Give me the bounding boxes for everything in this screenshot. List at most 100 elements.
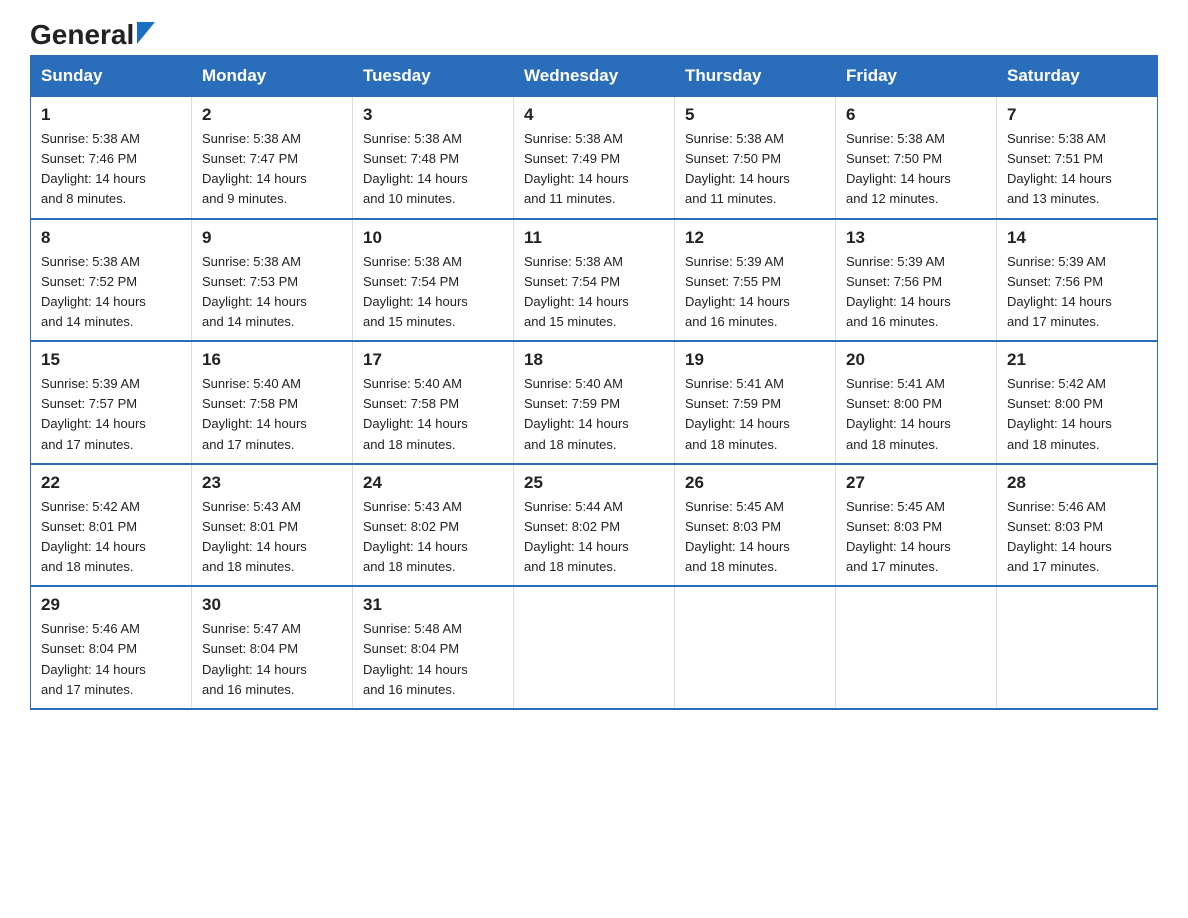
calendar-cell: 5 Sunrise: 5:38 AM Sunset: 7:50 PM Dayli… bbox=[675, 97, 836, 219]
day-info: Sunrise: 5:38 AM Sunset: 7:49 PM Dayligh… bbox=[524, 129, 664, 210]
calendar-cell: 8 Sunrise: 5:38 AM Sunset: 7:52 PM Dayli… bbox=[31, 219, 192, 342]
day-info: Sunrise: 5:38 AM Sunset: 7:46 PM Dayligh… bbox=[41, 129, 181, 210]
calendar-week-row: 22 Sunrise: 5:42 AM Sunset: 8:01 PM Dayl… bbox=[31, 464, 1158, 587]
day-info: Sunrise: 5:39 AM Sunset: 7:55 PM Dayligh… bbox=[685, 252, 825, 333]
day-info: Sunrise: 5:46 AM Sunset: 8:04 PM Dayligh… bbox=[41, 619, 181, 700]
day-info: Sunrise: 5:38 AM Sunset: 7:48 PM Dayligh… bbox=[363, 129, 503, 210]
calendar-cell: 1 Sunrise: 5:38 AM Sunset: 7:46 PM Dayli… bbox=[31, 97, 192, 219]
day-number: 30 bbox=[202, 595, 342, 615]
calendar-cell: 26 Sunrise: 5:45 AM Sunset: 8:03 PM Dayl… bbox=[675, 464, 836, 587]
day-number: 25 bbox=[524, 473, 664, 493]
day-info: Sunrise: 5:48 AM Sunset: 8:04 PM Dayligh… bbox=[363, 619, 503, 700]
day-info: Sunrise: 5:38 AM Sunset: 7:51 PM Dayligh… bbox=[1007, 129, 1147, 210]
logo: General bbox=[30, 20, 155, 45]
day-number: 2 bbox=[202, 105, 342, 125]
calendar-cell: 14 Sunrise: 5:39 AM Sunset: 7:56 PM Dayl… bbox=[997, 219, 1158, 342]
calendar-cell: 17 Sunrise: 5:40 AM Sunset: 7:58 PM Dayl… bbox=[353, 341, 514, 464]
day-info: Sunrise: 5:43 AM Sunset: 8:01 PM Dayligh… bbox=[202, 497, 342, 578]
column-header-monday: Monday bbox=[192, 56, 353, 97]
calendar-cell bbox=[836, 586, 997, 709]
day-number: 24 bbox=[363, 473, 503, 493]
calendar-cell: 10 Sunrise: 5:38 AM Sunset: 7:54 PM Dayl… bbox=[353, 219, 514, 342]
calendar-table: SundayMondayTuesdayWednesdayThursdayFrid… bbox=[30, 55, 1158, 710]
calendar-cell bbox=[997, 586, 1158, 709]
day-number: 11 bbox=[524, 228, 664, 248]
day-number: 17 bbox=[363, 350, 503, 370]
day-info: Sunrise: 5:41 AM Sunset: 8:00 PM Dayligh… bbox=[846, 374, 986, 455]
day-number: 4 bbox=[524, 105, 664, 125]
day-number: 1 bbox=[41, 105, 181, 125]
day-info: Sunrise: 5:38 AM Sunset: 7:52 PM Dayligh… bbox=[41, 252, 181, 333]
day-info: Sunrise: 5:38 AM Sunset: 7:47 PM Dayligh… bbox=[202, 129, 342, 210]
day-info: Sunrise: 5:47 AM Sunset: 8:04 PM Dayligh… bbox=[202, 619, 342, 700]
calendar-cell: 27 Sunrise: 5:45 AM Sunset: 8:03 PM Dayl… bbox=[836, 464, 997, 587]
day-number: 23 bbox=[202, 473, 342, 493]
day-info: Sunrise: 5:43 AM Sunset: 8:02 PM Dayligh… bbox=[363, 497, 503, 578]
day-info: Sunrise: 5:46 AM Sunset: 8:03 PM Dayligh… bbox=[1007, 497, 1147, 578]
calendar-cell: 4 Sunrise: 5:38 AM Sunset: 7:49 PM Dayli… bbox=[514, 97, 675, 219]
day-number: 14 bbox=[1007, 228, 1147, 248]
day-number: 6 bbox=[846, 105, 986, 125]
day-number: 15 bbox=[41, 350, 181, 370]
day-number: 8 bbox=[41, 228, 181, 248]
calendar-cell bbox=[675, 586, 836, 709]
calendar-week-row: 15 Sunrise: 5:39 AM Sunset: 7:57 PM Dayl… bbox=[31, 341, 1158, 464]
calendar-header: SundayMondayTuesdayWednesdayThursdayFrid… bbox=[31, 56, 1158, 97]
calendar-cell: 25 Sunrise: 5:44 AM Sunset: 8:02 PM Dayl… bbox=[514, 464, 675, 587]
day-info: Sunrise: 5:38 AM Sunset: 7:50 PM Dayligh… bbox=[846, 129, 986, 210]
day-number: 10 bbox=[363, 228, 503, 248]
calendar-cell: 6 Sunrise: 5:38 AM Sunset: 7:50 PM Dayli… bbox=[836, 97, 997, 219]
calendar-cell: 12 Sunrise: 5:39 AM Sunset: 7:55 PM Dayl… bbox=[675, 219, 836, 342]
day-info: Sunrise: 5:38 AM Sunset: 7:53 PM Dayligh… bbox=[202, 252, 342, 333]
day-info: Sunrise: 5:38 AM Sunset: 7:54 PM Dayligh… bbox=[363, 252, 503, 333]
day-number: 18 bbox=[524, 350, 664, 370]
day-info: Sunrise: 5:44 AM Sunset: 8:02 PM Dayligh… bbox=[524, 497, 664, 578]
calendar-week-row: 1 Sunrise: 5:38 AM Sunset: 7:46 PM Dayli… bbox=[31, 97, 1158, 219]
day-number: 3 bbox=[363, 105, 503, 125]
day-number: 28 bbox=[1007, 473, 1147, 493]
day-number: 19 bbox=[685, 350, 825, 370]
calendar-week-row: 8 Sunrise: 5:38 AM Sunset: 7:52 PM Dayli… bbox=[31, 219, 1158, 342]
calendar-body: 1 Sunrise: 5:38 AM Sunset: 7:46 PM Dayli… bbox=[31, 97, 1158, 709]
day-number: 13 bbox=[846, 228, 986, 248]
calendar-cell: 19 Sunrise: 5:41 AM Sunset: 7:59 PM Dayl… bbox=[675, 341, 836, 464]
day-number: 22 bbox=[41, 473, 181, 493]
calendar-cell: 29 Sunrise: 5:46 AM Sunset: 8:04 PM Dayl… bbox=[31, 586, 192, 709]
day-number: 12 bbox=[685, 228, 825, 248]
calendar-cell: 11 Sunrise: 5:38 AM Sunset: 7:54 PM Dayl… bbox=[514, 219, 675, 342]
day-number: 27 bbox=[846, 473, 986, 493]
calendar-cell: 24 Sunrise: 5:43 AM Sunset: 8:02 PM Dayl… bbox=[353, 464, 514, 587]
day-info: Sunrise: 5:42 AM Sunset: 8:01 PM Dayligh… bbox=[41, 497, 181, 578]
page-header: General bbox=[30, 20, 1158, 45]
day-number: 20 bbox=[846, 350, 986, 370]
calendar-cell: 28 Sunrise: 5:46 AM Sunset: 8:03 PM Dayl… bbox=[997, 464, 1158, 587]
calendar-cell: 2 Sunrise: 5:38 AM Sunset: 7:47 PM Dayli… bbox=[192, 97, 353, 219]
column-header-wednesday: Wednesday bbox=[514, 56, 675, 97]
day-number: 21 bbox=[1007, 350, 1147, 370]
day-number: 9 bbox=[202, 228, 342, 248]
day-info: Sunrise: 5:40 AM Sunset: 7:58 PM Dayligh… bbox=[363, 374, 503, 455]
day-info: Sunrise: 5:38 AM Sunset: 7:54 PM Dayligh… bbox=[524, 252, 664, 333]
calendar-cell: 3 Sunrise: 5:38 AM Sunset: 7:48 PM Dayli… bbox=[353, 97, 514, 219]
calendar-cell: 16 Sunrise: 5:40 AM Sunset: 7:58 PM Dayl… bbox=[192, 341, 353, 464]
calendar-cell: 7 Sunrise: 5:38 AM Sunset: 7:51 PM Dayli… bbox=[997, 97, 1158, 219]
column-header-friday: Friday bbox=[836, 56, 997, 97]
column-header-saturday: Saturday bbox=[997, 56, 1158, 97]
day-info: Sunrise: 5:45 AM Sunset: 8:03 PM Dayligh… bbox=[685, 497, 825, 578]
day-number: 26 bbox=[685, 473, 825, 493]
column-header-sunday: Sunday bbox=[31, 56, 192, 97]
day-number: 31 bbox=[363, 595, 503, 615]
day-info: Sunrise: 5:39 AM Sunset: 7:56 PM Dayligh… bbox=[846, 252, 986, 333]
calendar-cell: 23 Sunrise: 5:43 AM Sunset: 8:01 PM Dayl… bbox=[192, 464, 353, 587]
day-info: Sunrise: 5:40 AM Sunset: 7:58 PM Dayligh… bbox=[202, 374, 342, 455]
header-row: SundayMondayTuesdayWednesdayThursdayFrid… bbox=[31, 56, 1158, 97]
calendar-cell: 15 Sunrise: 5:39 AM Sunset: 7:57 PM Dayl… bbox=[31, 341, 192, 464]
logo-top-text: General bbox=[30, 21, 134, 49]
day-number: 5 bbox=[685, 105, 825, 125]
day-number: 7 bbox=[1007, 105, 1147, 125]
calendar-cell: 9 Sunrise: 5:38 AM Sunset: 7:53 PM Dayli… bbox=[192, 219, 353, 342]
day-info: Sunrise: 5:42 AM Sunset: 8:00 PM Dayligh… bbox=[1007, 374, 1147, 455]
day-number: 16 bbox=[202, 350, 342, 370]
day-info: Sunrise: 5:38 AM Sunset: 7:50 PM Dayligh… bbox=[685, 129, 825, 210]
calendar-cell: 21 Sunrise: 5:42 AM Sunset: 8:00 PM Dayl… bbox=[997, 341, 1158, 464]
